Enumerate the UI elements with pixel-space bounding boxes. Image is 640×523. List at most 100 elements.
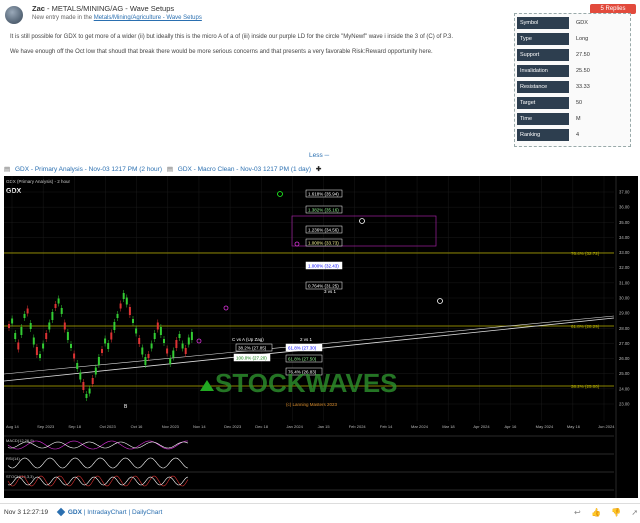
candle-body — [122, 293, 125, 299]
tag-daily[interactable]: DailyChart — [132, 509, 162, 516]
y-tick-label: 30.00 — [619, 296, 630, 301]
candle-body — [97, 357, 100, 365]
candle-body — [104, 338, 107, 344]
trade-info-panel: Symbol GDX Type Long Support 27.50 Inval… — [514, 13, 631, 147]
x-tick-label: Mar 18 — [442, 424, 455, 429]
candle-body — [11, 318, 14, 324]
candle-body — [73, 353, 76, 359]
share-icon[interactable]: ➚ — [631, 508, 638, 517]
subline-prefix: New entry made in the — [32, 15, 93, 21]
post-actions: ↩ 👍 👎 ➚ — [566, 508, 638, 517]
x-tick-label: Oct 16 — [131, 424, 144, 429]
candle-body — [156, 322, 159, 330]
reply-icon[interactable]: ↩ — [574, 508, 581, 517]
category-link[interactable]: Metals/Mining/Agriculture - Wave Setups — [94, 15, 202, 21]
info-key: Resistance — [517, 81, 569, 93]
x-tick-label: Mar 2024 — [411, 424, 429, 429]
candle-body — [163, 339, 165, 343]
x-tick-label: May 2024 — [536, 424, 554, 429]
right-level-label: 38.2% (25.00) — [571, 384, 600, 389]
x-tick-label: Sep 2023 — [37, 424, 55, 429]
info-key: Symbol — [517, 17, 569, 29]
candle-body — [128, 307, 131, 315]
chart-header-text: GDX (Primary Analysis) - 2 hour — [6, 179, 71, 184]
price-chart[interactable]: GDX (Primary Analysis) - 2 hour GDX 37.0… — [4, 176, 638, 498]
candle-body — [187, 337, 190, 345]
candle-body — [184, 348, 187, 354]
avatar[interactable] — [5, 6, 23, 24]
title-separator: - — [47, 4, 50, 13]
tag-separator: | — [83, 509, 86, 516]
info-key: Time — [517, 113, 569, 125]
chart-svg: GDX (Primary Analysis) - 2 hour GDX 37.0… — [4, 176, 638, 498]
like-icon[interactable]: 👍 — [591, 508, 601, 517]
info-value: 50 — [576, 100, 583, 106]
indicator-label-rsi: RSI(14) — [6, 456, 20, 461]
y-axis-ticks: 37.00 36.00 35.00 34.00 33.00 32.00 31.00 30.00… — [619, 190, 630, 407]
candle-body — [76, 363, 79, 369]
right-level-label: 76.4% (32.72) — [571, 251, 600, 256]
candle-body — [101, 349, 103, 353]
post-category: METALS/MINING/AG - Wave Setups — [51, 4, 175, 13]
tag-gdx[interactable]: GDX — [68, 509, 82, 516]
y-tick-label: 36.00 — [619, 205, 630, 210]
right-level-label: 61.8% (28.29) — [571, 324, 600, 329]
candle-body — [190, 332, 193, 340]
macro-chart-link[interactable]: GDX - Macro Clean - Nov-03 1217 PM (1 da… — [178, 166, 311, 173]
tag-intraday[interactable]: IntradayChart — [87, 509, 126, 516]
expand-icon[interactable]: ✚ — [316, 166, 321, 173]
x-tick-label: Apr 2024 — [473, 424, 490, 429]
x-tick-label: May 16 — [567, 424, 581, 429]
y-tick-label: 27.00 — [619, 341, 630, 346]
y-tick-label: 31.00 — [619, 280, 630, 285]
post-paragraph-1: It is still possible for GDX to get more… — [10, 34, 453, 40]
candle-body — [147, 354, 150, 358]
x-tick-label: Jan 2024 — [286, 424, 303, 429]
post-tags: GDX | IntradayChart | DailyChart — [56, 508, 162, 517]
candle-body — [125, 297, 128, 305]
candle-body — [32, 337, 35, 345]
x-tick-label: Feb 2024 — [349, 424, 367, 429]
wave-label-2vs1: 2 vs 1 — [300, 337, 313, 342]
candle-body — [178, 334, 181, 338]
info-key: Support — [517, 49, 569, 61]
candle-body — [20, 327, 23, 335]
post-footer: Nov 3 12:27:19 GDX | IntradayChart | Dai… — [0, 503, 640, 521]
candle-body — [153, 333, 156, 339]
info-value: GDX — [576, 20, 588, 26]
info-value: M — [576, 116, 581, 122]
candle-body — [48, 322, 51, 330]
level-box-label: 61.8% (27.30) — [288, 346, 317, 351]
info-row-time: Time M — [517, 113, 630, 126]
info-row-resistance: Resistance 33.33 — [517, 81, 630, 94]
candle-body — [138, 338, 141, 344]
primary-chart-link[interactable]: GDX - Primary Analysis - Nov-03 1217 PM … — [15, 166, 162, 173]
candle-body — [70, 344, 72, 348]
candle-body — [85, 394, 88, 398]
y-tick-label: 28.00 — [619, 326, 630, 331]
fib-box-label: 1.236% (34.56) — [308, 228, 339, 233]
y-tick-label: 23.00 — [619, 402, 630, 407]
less-link[interactable]: Less ─ — [309, 152, 329, 159]
fib-box-label: 0.764% (31.25) — [308, 284, 339, 289]
less-label: Less — [309, 152, 323, 159]
candle-body — [88, 388, 91, 394]
candle-body — [110, 332, 113, 340]
info-row-target: Target 50 — [517, 97, 630, 110]
y-tick-label: 35.00 — [619, 220, 630, 225]
chart-background — [4, 176, 638, 498]
candle-body — [166, 348, 169, 354]
post-timestamp: Nov 3 12:27:19 — [4, 509, 49, 516]
candle-body — [26, 308, 29, 314]
candle-body — [54, 304, 57, 308]
author-name[interactable]: Zac — [32, 4, 45, 13]
post-subline: New entry made in the Metals/Mining/Agri… — [32, 15, 202, 21]
candle-body — [66, 332, 69, 340]
info-key: Invalidation — [517, 65, 569, 77]
info-value: Long — [576, 36, 589, 42]
candle-body — [172, 350, 175, 358]
candle-body — [116, 314, 119, 318]
candle-body — [45, 333, 48, 339]
x-tick-label: Nov 2023 — [162, 424, 180, 429]
thumbs-down-icon[interactable]: 👎 — [611, 508, 621, 517]
